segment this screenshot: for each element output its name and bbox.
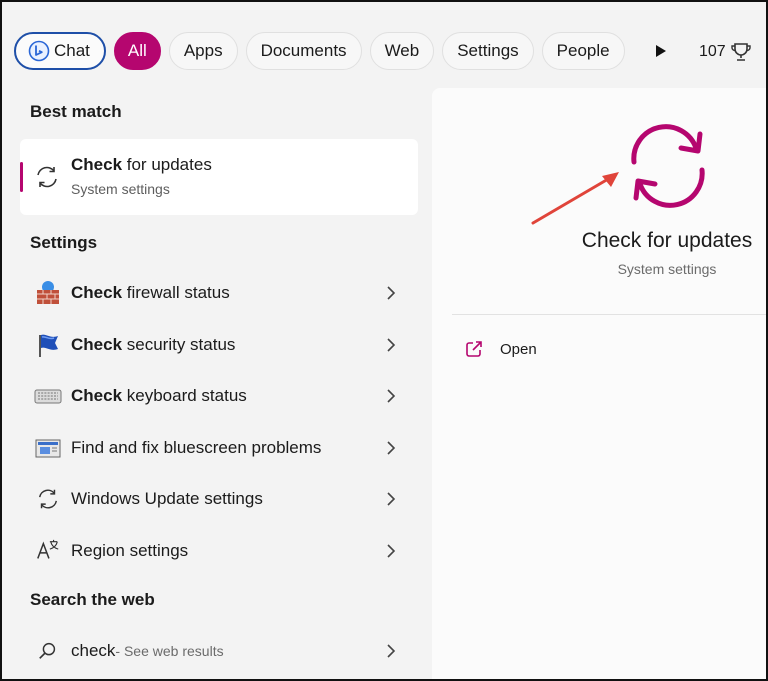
apps-filter-button[interactable]: Apps (168, 32, 238, 70)
settings-item-label-rest: keyboard status (122, 386, 247, 405)
settings-item-label-rest: firewall status (122, 283, 230, 302)
detail-divider (452, 314, 766, 315)
trophy-icon (730, 41, 752, 63)
rewards-points-value: 107 (699, 43, 726, 60)
sync-icon (34, 485, 62, 513)
settings-item-label-rest: security status (122, 335, 236, 354)
documents-filter-button[interactable]: Documents (245, 32, 362, 70)
search-window: Chat All Apps Documents Web Settings Peo… (0, 0, 768, 681)
settings-item-firewall[interactable]: Check firewall status (20, 270, 418, 316)
best-match-result[interactable]: Check for updates System settings (20, 139, 418, 215)
chevron-right-icon (387, 389, 396, 403)
people-filter-button[interactable]: People (541, 32, 625, 70)
keyboard-icon (34, 382, 62, 410)
sync-icon (631, 124, 705, 208)
settings-item-keyboard[interactable]: Check keyboard status (20, 373, 418, 419)
search-web-header: Search the web (30, 590, 155, 609)
open-label: Open (500, 340, 537, 358)
bing-chat-icon (28, 40, 50, 62)
web-search-result[interactable]: check - See web results (20, 628, 418, 674)
detail-subtitle: System settings (617, 261, 717, 277)
settings-item-bluescreen[interactable]: Find and fix bluescreen problems (20, 425, 418, 471)
settings-item-label-rest: Find and fix bluescreen problems (71, 438, 322, 457)
security-flag-icon (34, 331, 62, 359)
settings-item-label-rest: Windows Update settings (71, 489, 263, 508)
more-filters-play-icon[interactable] (651, 41, 671, 61)
web-search-query: check (71, 641, 116, 660)
settings-item-label-bold: Check (71, 386, 123, 405)
sync-icon (34, 164, 60, 190)
settings-filter-button[interactable]: Settings (442, 32, 534, 70)
settings-item-region[interactable]: Region settings (20, 528, 418, 574)
best-match-title-rest: for updates (122, 155, 212, 174)
best-match-header: Best match (30, 102, 122, 121)
settings-item-label: Check firewall status (71, 283, 230, 303)
settings-header: Settings (30, 233, 98, 252)
settings-item-label: Check security status (71, 335, 235, 355)
selection-indicator (20, 162, 23, 192)
detail-title: Check for updates (581, 229, 753, 252)
settings-item-windows-update[interactable]: Windows Update settings (20, 476, 418, 522)
best-match-title: Check for updates (71, 155, 212, 175)
web-search-suffix: - See web results (115, 643, 224, 659)
chevron-right-icon (387, 544, 396, 558)
region-icon (34, 537, 62, 565)
filter-bar: Chat All Apps Documents Web Settings Peo… (14, 30, 671, 72)
chevron-right-icon (387, 441, 396, 455)
chevron-right-icon (387, 644, 396, 658)
chat-filter-button[interactable]: Chat (14, 32, 106, 70)
settings-item-label-rest: Region settings (71, 541, 189, 560)
settings-item-label-bold: Check (71, 283, 123, 302)
rewards-points[interactable]: 107 (699, 41, 752, 63)
chevron-right-icon (387, 492, 396, 506)
settings-item-label: Region settings (71, 541, 188, 561)
best-match-subtitle: System settings (71, 181, 170, 197)
open-button[interactable]: Open (464, 339, 537, 359)
best-match-title-bold: Check (71, 155, 123, 174)
firewall-icon (34, 279, 62, 307)
settings-item-label: Find and fix bluescreen problems (71, 438, 321, 458)
chat-filter-label: Chat (54, 41, 90, 60)
settings-item-security[interactable]: Check security status (20, 322, 418, 368)
all-filter-button[interactable]: All (113, 32, 161, 70)
settings-item-label: Check keyboard status (71, 386, 247, 406)
search-icon (34, 637, 62, 665)
web-filter-button[interactable]: Web (369, 32, 435, 70)
settings-item-label-bold: Check (71, 335, 123, 354)
troubleshoot-icon (34, 434, 62, 462)
open-external-icon (464, 339, 484, 359)
chevron-right-icon (387, 338, 396, 352)
chevron-right-icon (387, 286, 396, 300)
annotation-arrow-icon (531, 172, 619, 225)
settings-item-label: Windows Update settings (71, 489, 263, 509)
